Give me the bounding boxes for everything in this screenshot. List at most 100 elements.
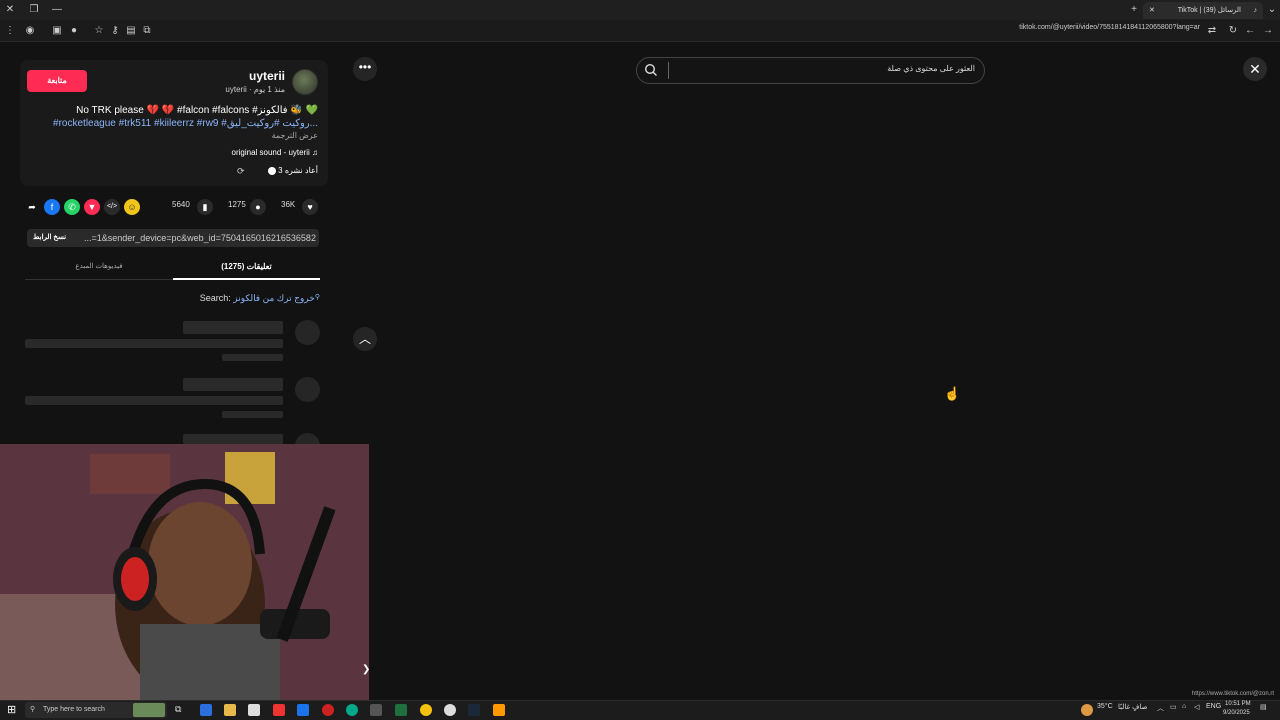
save-count: 5640 xyxy=(172,200,190,209)
search-icon[interactable] xyxy=(644,63,658,77)
app-icon[interactable] xyxy=(493,704,505,716)
tiktok-favicon-icon: ♪ xyxy=(1253,7,1258,14)
taskbar-search-placeholder: Type here to search xyxy=(43,706,105,713)
comment-skeleton-avatar xyxy=(295,320,320,345)
tab-close-icon[interactable]: ✕ xyxy=(1149,2,1155,19)
close-window-icon[interactable]: ✕ xyxy=(4,4,16,16)
comment-skeleton-avatar xyxy=(295,377,320,402)
clock-time[interactable]: 10:51 PM xyxy=(1225,701,1251,707)
network-icon[interactable]: ⌂ xyxy=(1182,703,1186,710)
file-explorer-icon[interactable] xyxy=(224,704,236,716)
language-indicator[interactable]: ENG xyxy=(1206,703,1221,710)
repost-count[interactable]: 3 أعاد نشره xyxy=(265,166,318,175)
restore-window-icon[interactable]: ❐ xyxy=(28,4,40,16)
steam-icon[interactable] xyxy=(468,704,480,716)
tray-chevron-icon[interactable]: ︿ xyxy=(1157,703,1164,713)
like-icon[interactable]: ♥ xyxy=(302,199,318,215)
browser-titlebar: ✕ ❐ — + ✕ TikTok | الرسائل (39) ♪ ⌄ xyxy=(0,0,1280,20)
comment-count: 1275 xyxy=(228,200,246,209)
comment-skeleton-line xyxy=(183,434,283,444)
share-link-text[interactable]: ...=1&sender_device=pc&web_id=7504165016… xyxy=(84,233,316,243)
translate-icon[interactable]: ⇄ xyxy=(1206,25,1218,37)
forward-icon[interactable]: → xyxy=(1262,25,1274,37)
tab-comments[interactable]: تعليقات (1275) xyxy=(173,258,320,280)
caption-line-2[interactable]: #rocketleague #trk511 #kiileerrz #rw9 #ر… xyxy=(18,118,318,129)
comment-skeleton-line xyxy=(183,321,283,334)
sound-link[interactable]: original sound - uyterii ♫ xyxy=(232,148,318,157)
minimize-window-icon[interactable]: — xyxy=(51,4,63,16)
address-bar: ⋮ ◉ ● ▣ ☆ ⚷ ▤ ⧉ tiktok.com/@uyterii/vide… xyxy=(0,20,1280,42)
outlook-icon[interactable] xyxy=(297,704,309,716)
send-friends-icon[interactable]: ▼ xyxy=(84,199,100,215)
webcam-overlay: ❯ xyxy=(0,444,369,700)
copilot-icon[interactable] xyxy=(200,704,212,716)
caption-line-1: No TRK please 💔 💔 #falcon #falcons #فالك… xyxy=(76,105,318,116)
bookmark-star-icon[interactable]: ☆ xyxy=(93,25,105,37)
bookmark-icon[interactable]: ▮ xyxy=(197,199,213,215)
weather-temp[interactable]: 35°C xyxy=(1097,703,1113,710)
reader-icon[interactable]: ▤ xyxy=(125,25,137,37)
user-subline: uyterii · منذ 1 يوم xyxy=(225,85,285,94)
clock-date[interactable]: 9/20/2025 xyxy=(1223,710,1250,716)
more-options-button[interactable]: ••• xyxy=(353,57,377,81)
store-icon[interactable] xyxy=(248,704,260,716)
search-suggest-icon: ⚲ xyxy=(314,294,320,301)
search-query: خروج ترك من فالكونز xyxy=(233,293,315,303)
browser-logo-icon[interactable]: ◉ xyxy=(24,25,36,37)
facebook-icon[interactable]: f xyxy=(44,199,60,215)
obs-icon[interactable] xyxy=(444,704,456,716)
back-icon[interactable]: ← xyxy=(1244,25,1256,37)
avatar[interactable] xyxy=(292,69,318,95)
search-divider xyxy=(668,62,669,79)
weather-icon[interactable] xyxy=(1081,704,1093,716)
webcam-feed-image xyxy=(0,444,369,700)
repost-avatar-icon xyxy=(267,166,276,175)
url-text[interactable]: tiktok.com/@uyterii/video/75518141841120… xyxy=(1019,24,1200,31)
battery-icon[interactable]: ▭ xyxy=(1170,703,1177,711)
repost-icon[interactable]: ⟳ xyxy=(237,166,245,177)
taskbar-search-icon: ⚲ xyxy=(30,706,36,713)
follow-button[interactable]: متابعة xyxy=(27,70,87,92)
scroll-arrow-icon[interactable]: ❯ xyxy=(362,664,369,675)
status-bar-url: https://www.tiktok.com/@zon.rt xyxy=(1191,691,1274,697)
copy-link-button[interactable]: نسخ الرابط xyxy=(33,233,66,241)
close-button[interactable]: ✕ xyxy=(1243,57,1267,81)
opera-icon[interactable] xyxy=(322,704,334,716)
comment-icon[interactable]: ● xyxy=(250,199,266,215)
comment-skeleton-line xyxy=(25,339,283,348)
share-icon[interactable]: ➦ xyxy=(24,199,40,215)
sidebar-icon[interactable]: ▣ xyxy=(51,25,63,37)
tab-list-icon[interactable]: ⌄ xyxy=(1266,4,1278,16)
windows-start-icon[interactable]: ⊞ xyxy=(7,703,16,716)
volume-icon[interactable]: ◁ xyxy=(1194,703,1199,711)
chrome-icon[interactable] xyxy=(420,704,432,716)
notification-icon[interactable]: ▤ xyxy=(1260,703,1267,711)
browser-active-icon[interactable] xyxy=(370,704,382,716)
comment-skeleton-line xyxy=(222,354,283,361)
browser-tab[interactable]: ✕ TikTok | الرسائل (39) ♪ xyxy=(1143,2,1263,19)
youtube-icon[interactable] xyxy=(273,704,285,716)
weather-text[interactable]: صافٍ غالبًا xyxy=(1118,703,1147,711)
new-tab-icon[interactable]: + xyxy=(1128,4,1140,16)
extension-icon[interactable]: ● xyxy=(68,25,80,37)
search-suggestion[interactable]: Search: خروج ترك من فالكونز⚲ xyxy=(200,293,320,304)
search-highlight-icon xyxy=(133,703,165,717)
key-icon[interactable]: ⚷ xyxy=(109,25,121,37)
username[interactable]: uyterii xyxy=(249,69,285,83)
screenshot-icon[interactable]: ⧉ xyxy=(141,25,153,37)
menu-dots-icon[interactable]: ⋮ xyxy=(4,25,16,37)
tab-title: TikTok | الرسائل (39) xyxy=(1177,7,1241,14)
search-placeholder: العثور على محتوى ذي صلة xyxy=(887,64,975,73)
task-view-icon[interactable]: ⧉ xyxy=(175,704,187,716)
translate-link[interactable]: عرض الترجمة xyxy=(272,131,318,140)
xbox-icon[interactable] xyxy=(395,704,407,716)
whatsapp-icon[interactable]: ✆ xyxy=(64,199,80,215)
coin-icon[interactable]: ☺ xyxy=(124,199,140,215)
edge-icon[interactable] xyxy=(346,704,358,716)
previous-video-button[interactable]: ︿ xyxy=(353,327,377,351)
embed-icon[interactable]: </> xyxy=(104,199,120,215)
tab-creator-videos[interactable]: فيديوهات المبدع xyxy=(25,258,173,280)
comment-skeleton-line xyxy=(183,378,283,391)
reload-icon[interactable]: ↻ xyxy=(1227,25,1239,37)
comment-skeleton-line xyxy=(25,396,283,405)
